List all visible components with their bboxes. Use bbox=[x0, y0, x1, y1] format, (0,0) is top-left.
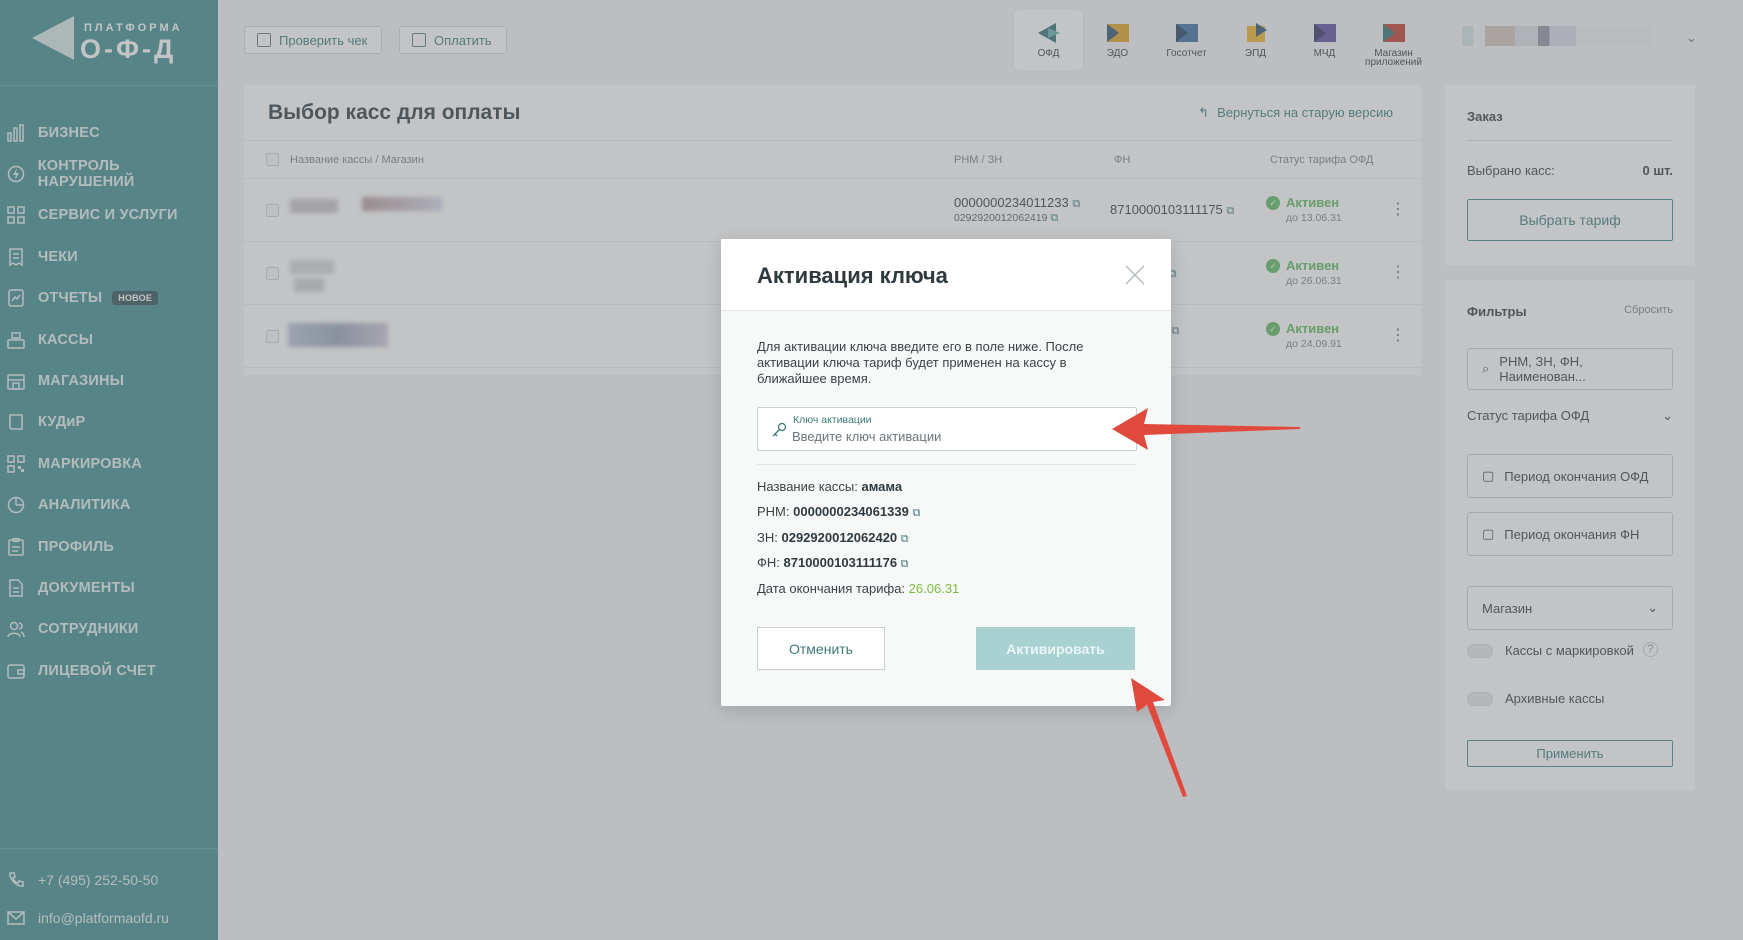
register-name-value: амама bbox=[861, 479, 903, 494]
tariff-end-value: 26.06.31 bbox=[908, 581, 960, 596]
fn-label: ФН: bbox=[757, 555, 780, 570]
key-icon bbox=[772, 422, 787, 437]
activation-modal: Активация ключа Для активации ключа введ… bbox=[721, 239, 1171, 706]
tariff-end-label: Дата окончания тарифа: bbox=[757, 581, 906, 596]
activation-key-input[interactable] bbox=[792, 429, 1112, 444]
close-icon[interactable] bbox=[1123, 263, 1147, 287]
modal-description: Для активации ключа введите его в поле н… bbox=[757, 339, 1084, 386]
zn-label: ЗН: bbox=[757, 530, 778, 545]
zn-line: ЗН: 0292920012062420 ⧉ bbox=[757, 530, 909, 546]
register-name-label: Название кассы: bbox=[757, 479, 858, 494]
activation-key-label: Ключ активации bbox=[793, 414, 872, 426]
register-name-line: Название кассы: амама bbox=[757, 479, 902, 494]
fn-value: 8710000103111176 bbox=[783, 555, 898, 570]
activation-key-field[interactable]: Ключ активации bbox=[757, 407, 1137, 451]
activate-button[interactable]: Активировать bbox=[976, 627, 1135, 670]
tariff-end-line: Дата окончания тарифа: 26.06.31 bbox=[757, 581, 959, 596]
external-link-icon[interactable]: ⧉ bbox=[912, 507, 920, 519]
rnm-label: РНМ: bbox=[757, 504, 790, 519]
zn-value: 0292920012062420 bbox=[781, 530, 898, 545]
external-link-icon[interactable]: ⧉ bbox=[901, 533, 909, 545]
rnm-value: 0000000234061339 bbox=[793, 504, 909, 519]
rnm-line: РНМ: 0000000234061339 ⧉ bbox=[757, 504, 920, 520]
modal-header: Активация ключа bbox=[721, 239, 1171, 311]
external-link-icon[interactable]: ⧉ bbox=[901, 558, 909, 570]
modal-title: Активация ключа bbox=[757, 263, 948, 288]
modal-divider bbox=[757, 464, 1137, 465]
cancel-button[interactable]: Отменить bbox=[757, 627, 885, 670]
fn-line: ФН: 8710000103111176 ⧉ bbox=[757, 555, 909, 571]
